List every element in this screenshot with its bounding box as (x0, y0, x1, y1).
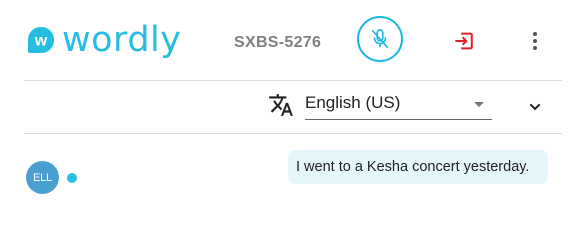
app-header: w wordly SXBS-5276 (0, 0, 586, 80)
wordly-logo-badge: w (26, 25, 56, 55)
chevron-down-icon (529, 103, 541, 111)
dropdown-arrow-icon (474, 102, 484, 107)
message-bubble: I went to a Kesha concert yesterday. (288, 150, 548, 184)
more-vertical-icon (533, 32, 537, 50)
exit-icon (455, 32, 473, 50)
session-code: SXBS-5276 (234, 34, 322, 51)
selected-language: English (US) (305, 93, 401, 112)
speaking-indicator (67, 173, 77, 183)
translate-icon (269, 94, 293, 116)
language-bar-divider (24, 133, 562, 134)
wordly-session-page: w wordly SXBS-5276 English (US) ELL I we… (0, 0, 586, 250)
exit-session-button[interactable] (451, 28, 477, 54)
mic-toggle-button[interactable] (357, 16, 403, 62)
mic-off-icon (371, 29, 389, 49)
language-select[interactable]: English (US) (305, 90, 492, 120)
more-options-button[interactable] (524, 28, 546, 54)
logo-badge-letter: w (34, 33, 48, 50)
avatar: ELL (26, 161, 59, 194)
brand-name: wordly (62, 20, 182, 60)
header-divider (24, 80, 562, 81)
expand-button[interactable] (524, 96, 546, 118)
wordly-logo: w wordly (26, 22, 181, 58)
